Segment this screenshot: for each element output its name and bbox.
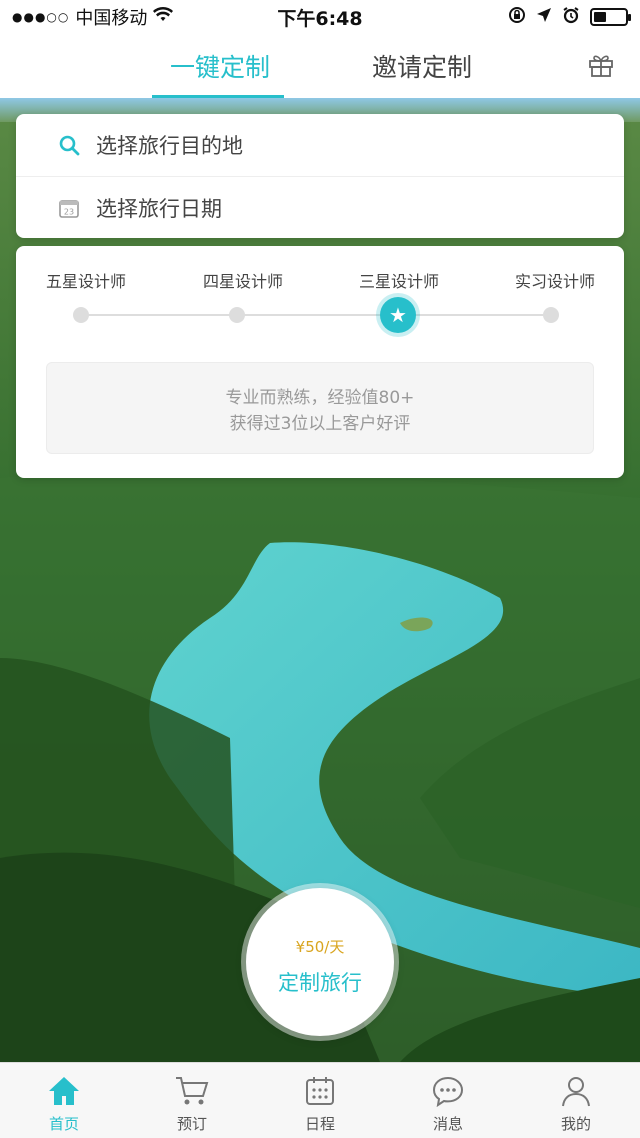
- destination-input[interactable]: 选择旅行目的地: [16, 114, 624, 176]
- level-dot-five-star[interactable]: [73, 307, 89, 323]
- nav-label-booking: 预订: [176, 1115, 207, 1133]
- description-line-2: 获得过3位以上客户好评: [229, 414, 411, 434]
- nav-profile[interactable]: 我的: [512, 1063, 640, 1138]
- price-per-day: ¥50/天: [295, 938, 345, 956]
- level-label-intern[interactable]: 实习设计师: [515, 268, 595, 292]
- tab-one-click-custom[interactable]: 一键定制: [170, 48, 270, 84]
- nav-schedule[interactable]: 日程: [256, 1063, 384, 1138]
- level-label-five-star[interactable]: 五星设计师: [46, 268, 126, 292]
- status-time: 下午6:48: [277, 7, 363, 30]
- signal-strength: ●●●○○: [12, 10, 70, 24]
- status-bar: ●●●○○ 中国移动 下午6:48: [0, 0, 640, 34]
- description-line-1: 专业而熟练，经验值80+: [225, 388, 415, 408]
- date-placeholder: 选择旅行日期: [96, 196, 222, 221]
- date-input[interactable]: 23 选择旅行日期: [16, 176, 624, 238]
- carrier-name: 中国移动: [75, 8, 148, 29]
- wifi-icon: [153, 6, 174, 28]
- orientation-lock-icon: [508, 6, 526, 29]
- cart-icon: [174, 1073, 210, 1109]
- custom-trip-button[interactable]: ¥50/天 定制旅行: [246, 888, 394, 1036]
- tab-invite-custom[interactable]: 邀请定制: [372, 48, 472, 84]
- message-icon: [430, 1073, 466, 1109]
- level-slider-track[interactable]: [80, 314, 552, 316]
- nav-label-home: 首页: [48, 1115, 79, 1133]
- nav-label-messages: 消息: [432, 1115, 463, 1133]
- level-slider-thumb[interactable]: ★: [380, 297, 416, 333]
- bottom-tab-bar: 首页 预订 日程 消息 我的: [0, 1062, 640, 1138]
- active-tab-indicator: [152, 95, 284, 98]
- alarm-icon: [562, 6, 580, 29]
- nav-label-profile: 我的: [560, 1115, 591, 1133]
- gift-icon[interactable]: [588, 52, 614, 78]
- home-icon: [46, 1073, 82, 1109]
- level-description: 专业而熟练，经验值80+ 获得过3位以上客户好评: [46, 362, 594, 454]
- star-icon: ★: [389, 303, 407, 327]
- user-icon: [558, 1073, 594, 1109]
- custom-trip-label: 定制旅行: [278, 971, 362, 995]
- destination-placeholder: 选择旅行目的地: [96, 134, 243, 158]
- battery-icon: [590, 8, 631, 26]
- calendar-icon: 23: [58, 197, 80, 219]
- nav-home[interactable]: 首页: [0, 1063, 128, 1138]
- search-icon: [58, 134, 80, 156]
- nav-messages[interactable]: 消息: [384, 1063, 512, 1138]
- calendar-icon: [302, 1073, 338, 1109]
- svg-text:23: 23: [64, 207, 74, 216]
- designer-level-card: 五星设计师 四星设计师 三星设计师 实习设计师 ★ 专业而熟练，经验值80+ 获…: [16, 246, 624, 478]
- location-icon: [536, 7, 552, 28]
- level-dot-four-star[interactable]: [229, 307, 245, 323]
- nav-booking[interactable]: 预订: [128, 1063, 256, 1138]
- nav-label-schedule: 日程: [304, 1115, 335, 1133]
- level-dot-intern[interactable]: [543, 307, 559, 323]
- trip-search-card: 选择旅行目的地 23 选择旅行日期: [16, 114, 624, 238]
- top-tab-bar: 一键定制 邀请定制: [0, 34, 640, 98]
- level-label-three-star[interactable]: 三星设计师: [359, 268, 439, 292]
- level-label-four-star[interactable]: 四星设计师: [203, 268, 283, 292]
